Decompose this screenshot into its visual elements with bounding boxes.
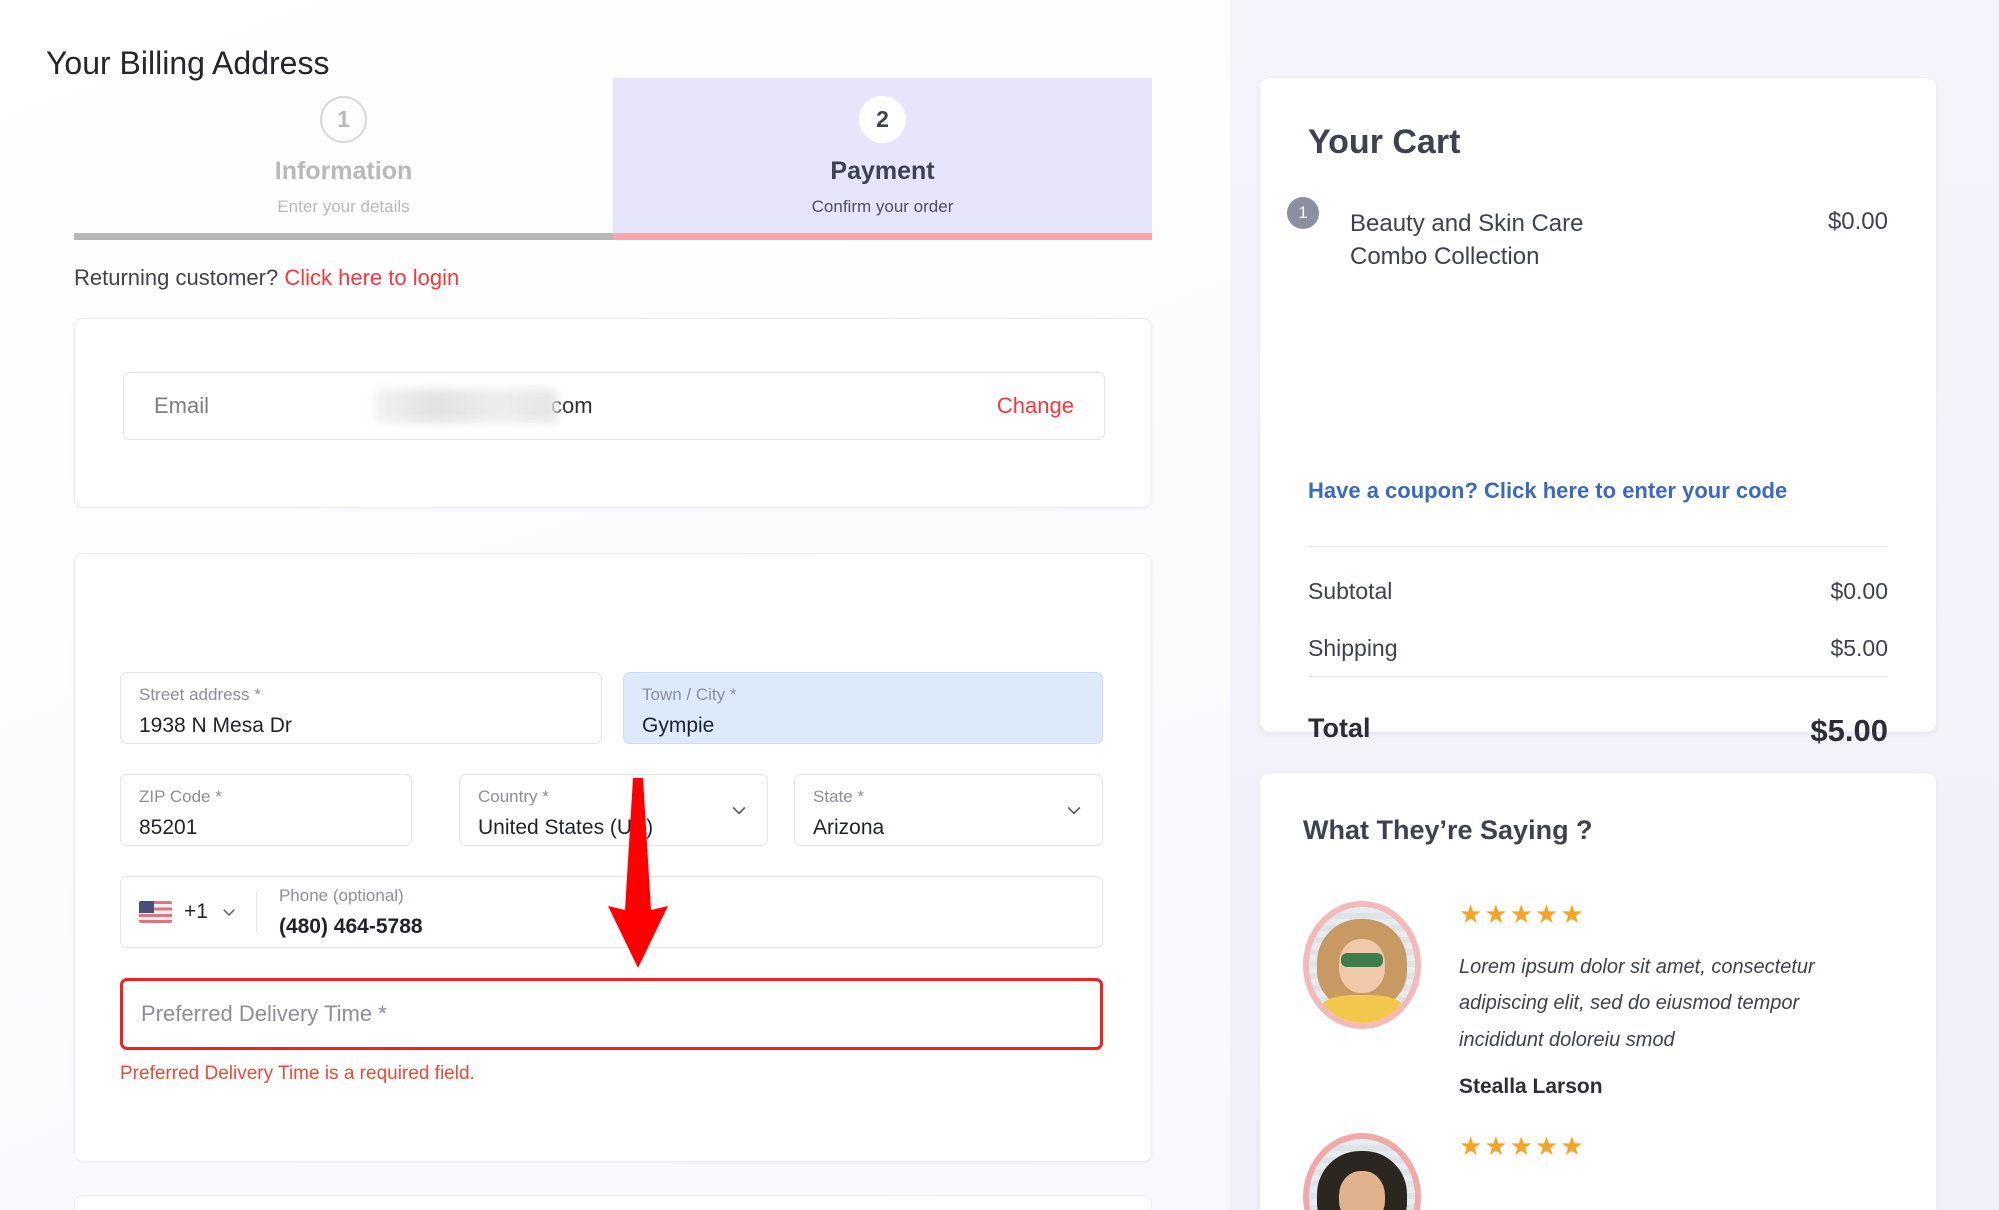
step-2-subtitle: Confirm your order bbox=[811, 197, 954, 216]
street-address-label: Street address * bbox=[139, 685, 261, 704]
step-2-number: 2 bbox=[859, 96, 906, 143]
billing-address-heading: Your Billing Address bbox=[46, 45, 330, 81]
step-1-number: 1 bbox=[320, 96, 367, 143]
cart-title: Your Cart bbox=[1308, 123, 1461, 161]
avatar bbox=[1303, 1133, 1421, 1210]
email-redacted-block bbox=[375, 389, 558, 423]
next-section-card-partial bbox=[74, 1195, 1152, 1210]
step-2-title: Payment bbox=[830, 157, 935, 185]
town-city-label: Town / City * bbox=[642, 685, 737, 704]
checkout-left-column: 1 Information Enter your details 2 Payme… bbox=[0, 0, 1230, 1210]
chevron-down-icon bbox=[1067, 806, 1081, 815]
phone-dial-code: +1 bbox=[184, 900, 208, 923]
steps-progress-bar bbox=[74, 233, 1152, 240]
checkout-page: 1 Information Enter your details 2 Payme… bbox=[0, 0, 1999, 1210]
phone-label: Phone (optional) bbox=[278, 885, 404, 905]
step-information[interactable]: 1 Information Enter your details bbox=[74, 78, 613, 240]
testimonial-body: ★★★★★ bbox=[1459, 1133, 1879, 1181]
cart-subtotal-row: Subtotal $0.00 bbox=[1308, 578, 1888, 605]
step-1-subtitle: Enter your details bbox=[277, 197, 410, 216]
rating-stars: ★★★★★ bbox=[1459, 899, 1586, 929]
email-field-row[interactable]: Email com Change bbox=[123, 372, 1105, 440]
change-email-link[interactable]: Change bbox=[997, 393, 1074, 419]
state-label: State * bbox=[813, 787, 865, 806]
zip-code-value: 85201 bbox=[139, 816, 198, 839]
progress-segment-2 bbox=[613, 233, 1152, 240]
testimonial-body: ★★★★★ Lorem ipsum dolor sit amet, consec… bbox=[1459, 901, 1879, 1099]
returning-customer-prompt: Returning customer? bbox=[74, 265, 279, 290]
country-select[interactable]: Country * United States (US) bbox=[459, 774, 768, 846]
town-city-value: Gympie bbox=[642, 714, 715, 737]
state-value: Arizona bbox=[813, 816, 885, 839]
cart-item-quantity-badge: 1 bbox=[1287, 197, 1319, 229]
cart-item-price: $0.00 bbox=[1827, 208, 1888, 235]
preferred-delivery-time-placeholder: Preferred Delivery Time * bbox=[141, 1001, 387, 1026]
country-value: United States (US) bbox=[478, 816, 654, 839]
checkout-right-column: Your Cart 1 Beauty and Skin Care Combo C… bbox=[1230, 0, 1999, 1210]
testimonials-heading: What They’re Saying ? bbox=[1303, 815, 1593, 845]
cart-total-row: Total $5.00 bbox=[1308, 713, 1888, 749]
email-label: Email bbox=[154, 393, 210, 418]
cart-shipping-row: Shipping $5.00 bbox=[1308, 635, 1888, 662]
avatar bbox=[1303, 901, 1421, 1029]
country-label: Country * bbox=[478, 787, 549, 806]
cart-shipping-label: Shipping bbox=[1308, 635, 1398, 661]
testimonials-card: What They’re Saying ? ★★★★★ Lorem ipsum … bbox=[1260, 773, 1936, 1210]
testimonial-item: ★★★★★ Lorem ipsum dolor sit amet, consec… bbox=[1303, 901, 1903, 1099]
cart-total-label: Total bbox=[1308, 713, 1371, 743]
town-city-field[interactable]: Town / City * Gympie bbox=[623, 672, 1103, 744]
progress-segment-1 bbox=[74, 233, 613, 240]
phone-field[interactable]: +1 Phone (optional) (480) 464-5788 bbox=[120, 876, 1103, 948]
cart-subtotal-label: Subtotal bbox=[1308, 578, 1393, 604]
coupon-link[interactable]: Have a coupon? Click here to enter your … bbox=[1308, 478, 1787, 504]
step-payment[interactable]: 2 Payment Confirm your order bbox=[613, 78, 1152, 240]
street-address-field[interactable]: Street address * 1938 N Mesa Dr bbox=[120, 672, 602, 744]
zip-code-label: ZIP Code * bbox=[139, 787, 222, 806]
cart-divider-top bbox=[1308, 546, 1888, 547]
preferred-delivery-time-field[interactable]: Preferred Delivery Time * bbox=[120, 978, 1103, 1050]
email-value-tail: com bbox=[551, 393, 593, 418]
testimonial-author: Stealla Larson bbox=[1459, 1075, 1603, 1099]
cart-summary-card: Your Cart 1 Beauty and Skin Care Combo C… bbox=[1260, 78, 1936, 748]
testimonial-text: Lorem ipsum dolor sit amet, consectetur … bbox=[1459, 956, 1815, 1051]
zip-code-field[interactable]: ZIP Code * 85201 bbox=[120, 774, 412, 846]
chevron-down-icon bbox=[732, 806, 746, 815]
testimonial-item: ★★★★★ bbox=[1303, 1133, 1903, 1210]
phone-input-group[interactable]: Phone (optional) (480) 464-5788 bbox=[279, 886, 423, 939]
street-address-value: 1938 N Mesa Dr bbox=[139, 714, 292, 737]
rating-stars: ★★★★★ bbox=[1459, 1131, 1586, 1161]
checkout-steps: 1 Information Enter your details 2 Payme… bbox=[74, 78, 1152, 240]
cart-total-value: $5.00 bbox=[1810, 713, 1888, 748]
chevron-down-icon[interactable] bbox=[220, 903, 238, 921]
us-flag-icon bbox=[139, 901, 172, 923]
preferred-delivery-time-error: Preferred Delivery Time is a required fi… bbox=[120, 1063, 475, 1084]
state-select[interactable]: State * Arizona bbox=[794, 774, 1103, 846]
phone-divider bbox=[255, 892, 257, 932]
cart-subtotal-value: $0.00 bbox=[1830, 578, 1888, 604]
cart-divider-bottom bbox=[1308, 676, 1888, 677]
email-card: Email com Change bbox=[74, 318, 1152, 508]
login-link[interactable]: Click here to login bbox=[284, 265, 459, 290]
phone-value: (480) 464-5788 bbox=[278, 914, 423, 938]
step-1-title: Information bbox=[274, 157, 413, 185]
cart-line-item: 1 Beauty and Skin Care Combo Collection … bbox=[1287, 197, 1888, 273]
email-value: com bbox=[375, 389, 593, 423]
cart-item-name: Beauty and Skin Care Combo Collection bbox=[1350, 210, 1584, 270]
cart-shipping-value: $5.00 bbox=[1830, 635, 1888, 661]
returning-customer: Returning customer? Click here to login bbox=[74, 265, 459, 291]
